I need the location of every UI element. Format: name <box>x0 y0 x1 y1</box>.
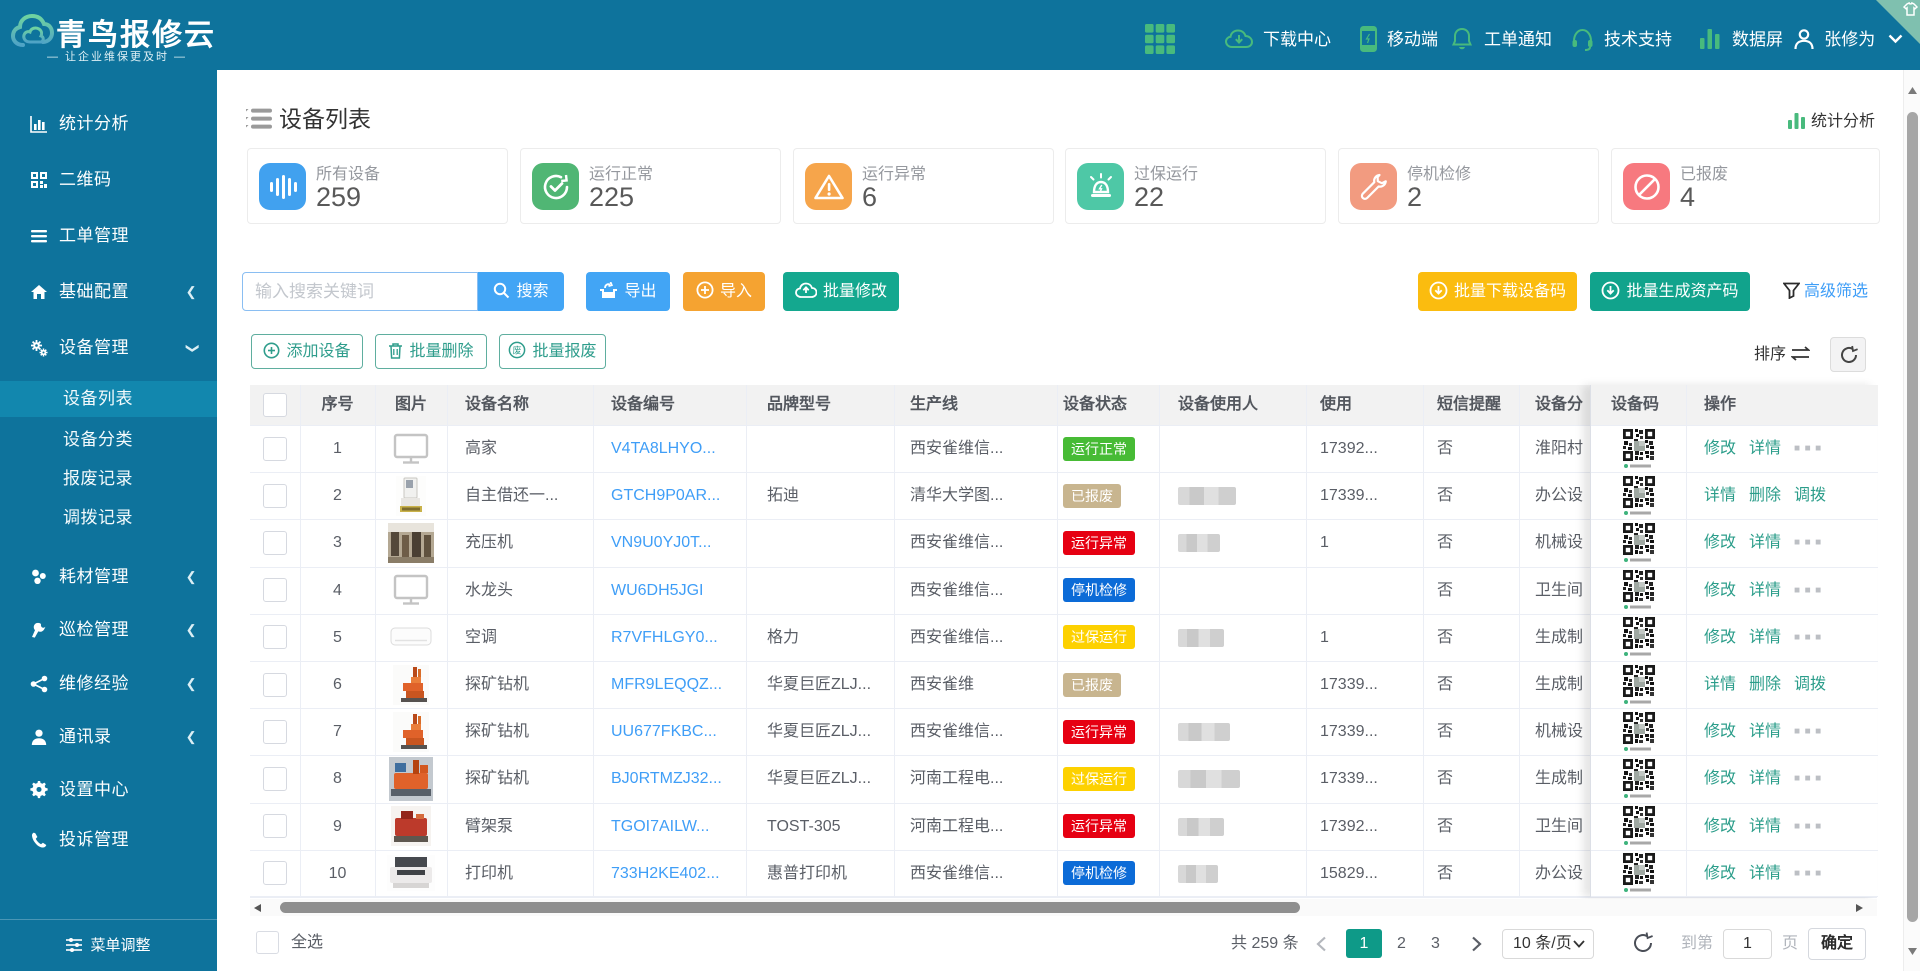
svg-text:废: 废 <box>513 345 522 356</box>
